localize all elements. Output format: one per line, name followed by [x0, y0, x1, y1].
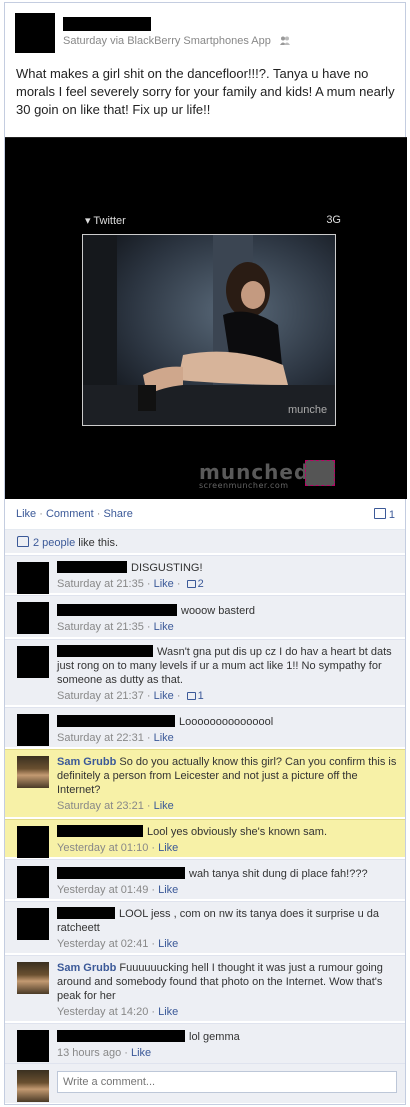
photo-image: munche: [82, 234, 336, 426]
comment: lol gemma 13 hours ago · Like: [5, 1023, 405, 1063]
comment-meta: Yesterday at 14:20 · Like: [57, 1006, 179, 1018]
author-avatar-redacted[interactable]: [15, 13, 55, 53]
comment-like-link[interactable]: Like: [158, 884, 178, 896]
current-user-avatar: [17, 1070, 49, 1102]
post-action-bar: Like · Comment · Share 1: [5, 503, 405, 527]
comment: DISGUSTING! Saturday at 21:35 · Like · 2: [5, 555, 405, 594]
phone-status-bar: ▾ Twitter 3G: [85, 214, 341, 228]
commenter-avatar[interactable]: [17, 756, 49, 788]
comment-meta: Saturday at 21:37 · Like · 1: [57, 690, 204, 702]
comment-meta: Yesterday at 02:41 · Like: [57, 938, 179, 950]
author-name-redacted[interactable]: [63, 17, 151, 31]
comment-like-link[interactable]: Like: [158, 1006, 178, 1018]
commenter-avatar-redacted[interactable]: [17, 826, 49, 858]
comment-meta: Saturday at 22:31 · Like: [57, 732, 174, 744]
comment-bubble-icon: [373, 508, 386, 519]
comment-like-count[interactable]: 2: [198, 578, 204, 590]
commenter-name-redacted[interactable]: [57, 645, 153, 657]
like-link[interactable]: Like: [16, 508, 36, 520]
commenter-avatar-redacted[interactable]: [17, 908, 49, 940]
comment-like-count[interactable]: 1: [198, 690, 204, 702]
comment-highlighted: Sam Grubb So do you actually know this g…: [5, 749, 405, 817]
comment-meta: Yesterday at 01:49 · Like: [57, 884, 179, 896]
likes-summary: 2 people like this.: [5, 529, 405, 553]
share-link[interactable]: Share: [103, 508, 132, 520]
comment-highlighted: Lool yes obviously she's known sam. Yest…: [5, 819, 405, 858]
comment: wah tanya shit dung di place fah!??? Yes…: [5, 859, 405, 899]
comment-like-link[interactable]: Like: [154, 690, 174, 702]
comment-text: lol gemma: [189, 1031, 240, 1043]
comment-meta: Yesterday at 01:10 · Like: [57, 842, 179, 854]
comment: Looooooooooooool Saturday at 22:31 · Lik…: [5, 707, 405, 747]
commenter-avatar-redacted[interactable]: [17, 646, 49, 678]
commenter-name-redacted[interactable]: [57, 825, 143, 837]
commenter-name-redacted[interactable]: [57, 1030, 185, 1042]
comment: wooow basterd Saturday at 21:35 · Like: [5, 595, 405, 637]
post-meta-text[interactable]: Saturday via BlackBerry Smartphones App: [63, 35, 271, 47]
post-text: What makes a girl shit on the dancefloor…: [16, 66, 395, 117]
commenter-name[interactable]: Sam Grubb: [57, 756, 116, 768]
commenter-avatar-redacted[interactable]: [17, 866, 49, 898]
commenter-avatar-redacted[interactable]: [17, 602, 49, 634]
comment-text: wooow basterd: [181, 605, 255, 617]
commenter-avatar-redacted[interactable]: [17, 714, 49, 746]
commenter-name-redacted[interactable]: [57, 715, 175, 727]
people-icon: [279, 36, 290, 45]
thumbs-up-icon: [17, 536, 29, 547]
comment-meta: 13 hours ago · Like: [57, 1047, 152, 1059]
post-meta: Saturday via BlackBerry Smartphones App: [63, 35, 363, 47]
twitter-label: ▾ Twitter: [85, 215, 126, 227]
commenter-name-redacted[interactable]: [57, 907, 115, 919]
commenter-avatar-redacted[interactable]: [17, 562, 49, 594]
comment-like-link[interactable]: Like: [158, 938, 178, 950]
thumbs-up-icon: [186, 692, 196, 700]
comment-like-link[interactable]: Like: [158, 842, 178, 854]
thumbs-up-icon: [186, 580, 196, 588]
comment-meta: Saturday at 21:35 · Like: [57, 621, 174, 633]
screenmuncher-watermark: munched screenmuncher.com: [199, 460, 310, 490]
comment-like-link[interactable]: Like: [131, 1047, 151, 1059]
comment-text: DISGUSTING!: [131, 562, 203, 574]
facebook-post: Saturday via BlackBerry Smartphones App …: [4, 2, 407, 1105]
comment-count[interactable]: 1: [373, 508, 395, 521]
write-comment-row: [5, 1063, 405, 1103]
comment-like-link[interactable]: Like: [154, 578, 174, 590]
comment-like-link[interactable]: Like: [154, 621, 174, 633]
photo-scene: munche: [83, 235, 335, 425]
commenter-name[interactable]: Sam Grubb: [57, 962, 116, 974]
commenter-name-redacted[interactable]: [57, 604, 177, 616]
commenter-avatar[interactable]: [17, 962, 49, 994]
comment-meta: Saturday at 21:35 · Like · 2: [57, 578, 204, 590]
comment: Wasn't gna put dis up cz I do hav a hear…: [5, 639, 405, 705]
svg-text:munche: munche: [288, 404, 327, 416]
comment: LOOL jess , com on nw its tanya does it …: [5, 901, 405, 953]
comment-link[interactable]: Comment: [46, 508, 94, 520]
write-comment-input[interactable]: [57, 1071, 397, 1093]
watermark-badge: [305, 460, 335, 486]
commenter-name-redacted[interactable]: [57, 867, 185, 879]
commenter-avatar-redacted[interactable]: [17, 1030, 49, 1062]
comment-like-link[interactable]: Like: [154, 732, 174, 744]
comment-text: wah tanya shit dung di place fah!???: [189, 868, 368, 880]
signal-label: 3G: [326, 214, 341, 226]
comment-text: Looooooooooooool: [179, 716, 274, 728]
comment-text: Lool yes obviously she's known sam.: [147, 826, 328, 838]
likers-link[interactable]: 2 people: [33, 537, 75, 549]
comment-like-link[interactable]: Like: [154, 800, 174, 812]
commenter-name-redacted[interactable]: [57, 561, 127, 573]
post-photo[interactable]: ▾ Twitter 3G munche munched screenmunche…: [5, 137, 407, 499]
comment: Sam Grubb Fuuuuuucking hell I thought it…: [5, 955, 405, 1021]
comment-meta: Saturday at 23:21 · Like: [57, 800, 174, 812]
